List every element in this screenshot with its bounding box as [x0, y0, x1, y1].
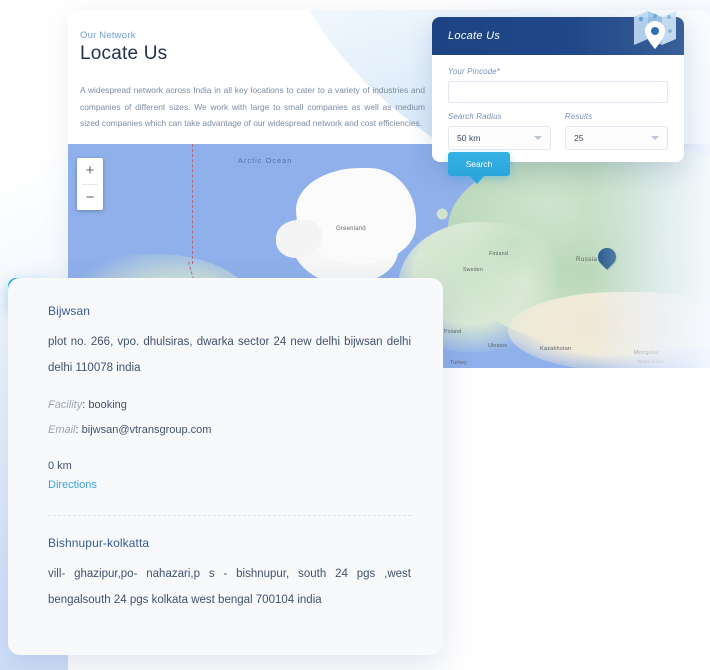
map-zoom-controls[interactable]: + − [77, 158, 103, 210]
results-count-value: 25 [574, 133, 584, 143]
map-label: Greenland [336, 226, 366, 232]
map-label: Finland [489, 251, 509, 257]
result-item[interactable]: Bijwsan plot no. 266, vpo. dhulsiras, dw… [48, 304, 411, 493]
search-radius-select[interactable]: 50 km [448, 126, 551, 150]
page-root: Our Network Locate Us A widespread netwo… [0, 0, 710, 670]
results-count-label: Results [565, 112, 593, 121]
result-email-label: Email [48, 424, 76, 436]
search-button-pointer-icon [470, 176, 484, 184]
result-facility-value: booking [88, 399, 127, 411]
map-zoom-in-button[interactable]: + [77, 158, 103, 184]
intro-paragraph: A widespread network across India in all… [80, 85, 425, 128]
map-label: Kazakhstan [540, 346, 572, 352]
section-eyebrow: Our Network [80, 30, 136, 41]
search-options-row: Search Radius 50 km Results 25 [448, 112, 668, 150]
result-email-value: bijwsan@vtransgroup.com [81, 424, 212, 436]
map-right-fade [590, 144, 710, 368]
result-distance: 0 km [48, 460, 72, 472]
page-title: Locate Us [80, 43, 168, 64]
map-label: Arctic Ocean [238, 156, 293, 165]
search-radius-label: Search Radius [448, 112, 502, 121]
locate-us-search-panel: Locate Us Your Pincode* Search Radius 50… [432, 11, 684, 184]
search-panel-header: Locate Us [432, 11, 684, 55]
search-panel-body: Your Pincode* Search Radius 50 km Result… [432, 55, 684, 150]
map-landmass-greenland [276, 168, 416, 264]
result-facility-label: Facility [48, 399, 83, 411]
chevron-down-icon [651, 136, 659, 140]
map-boundary-line [192, 144, 193, 264]
pincode-input[interactable] [448, 81, 668, 103]
search-panel-title: Locate Us [448, 30, 501, 42]
map-zoom-out-button[interactable]: − [77, 185, 103, 211]
result-email-row: Email: bijwsan@vtransgroup.com [48, 418, 411, 443]
result-address: vill- ghazipur,po- nahazari,p s - bishnu… [48, 568, 411, 606]
result-address: plot no. 266, vpo. dhulsiras, dwarka sec… [48, 336, 411, 374]
search-radius-field: Search Radius 50 km [448, 112, 551, 150]
map-label: Turkey [450, 360, 467, 366]
results-count-field: Results 25 [565, 112, 668, 150]
search-radius-value: 50 km [457, 133, 481, 143]
pincode-label: Your Pincode* [448, 67, 501, 76]
map-label: Ukraine [488, 343, 508, 349]
map-label: Sweden [463, 267, 483, 273]
result-directions-link[interactable]: Directions [48, 479, 97, 491]
results-count-select[interactable]: 25 [565, 126, 668, 150]
result-name: Bishnupur-kolkatta [48, 536, 150, 550]
result-facility-row: Facility: booking [48, 393, 411, 418]
results-card: Bijwsan plot no. 266, vpo. dhulsiras, dw… [8, 278, 443, 655]
search-button[interactable]: Search [448, 152, 510, 176]
result-item[interactable]: Bishnupur-kolkatta vill- ghazipur,po- na… [48, 516, 411, 613]
chevron-down-icon [534, 136, 542, 140]
result-name: Bijwsan [48, 304, 91, 318]
map-with-pin-icon [626, 5, 678, 53]
map-label: Poland [444, 329, 462, 335]
